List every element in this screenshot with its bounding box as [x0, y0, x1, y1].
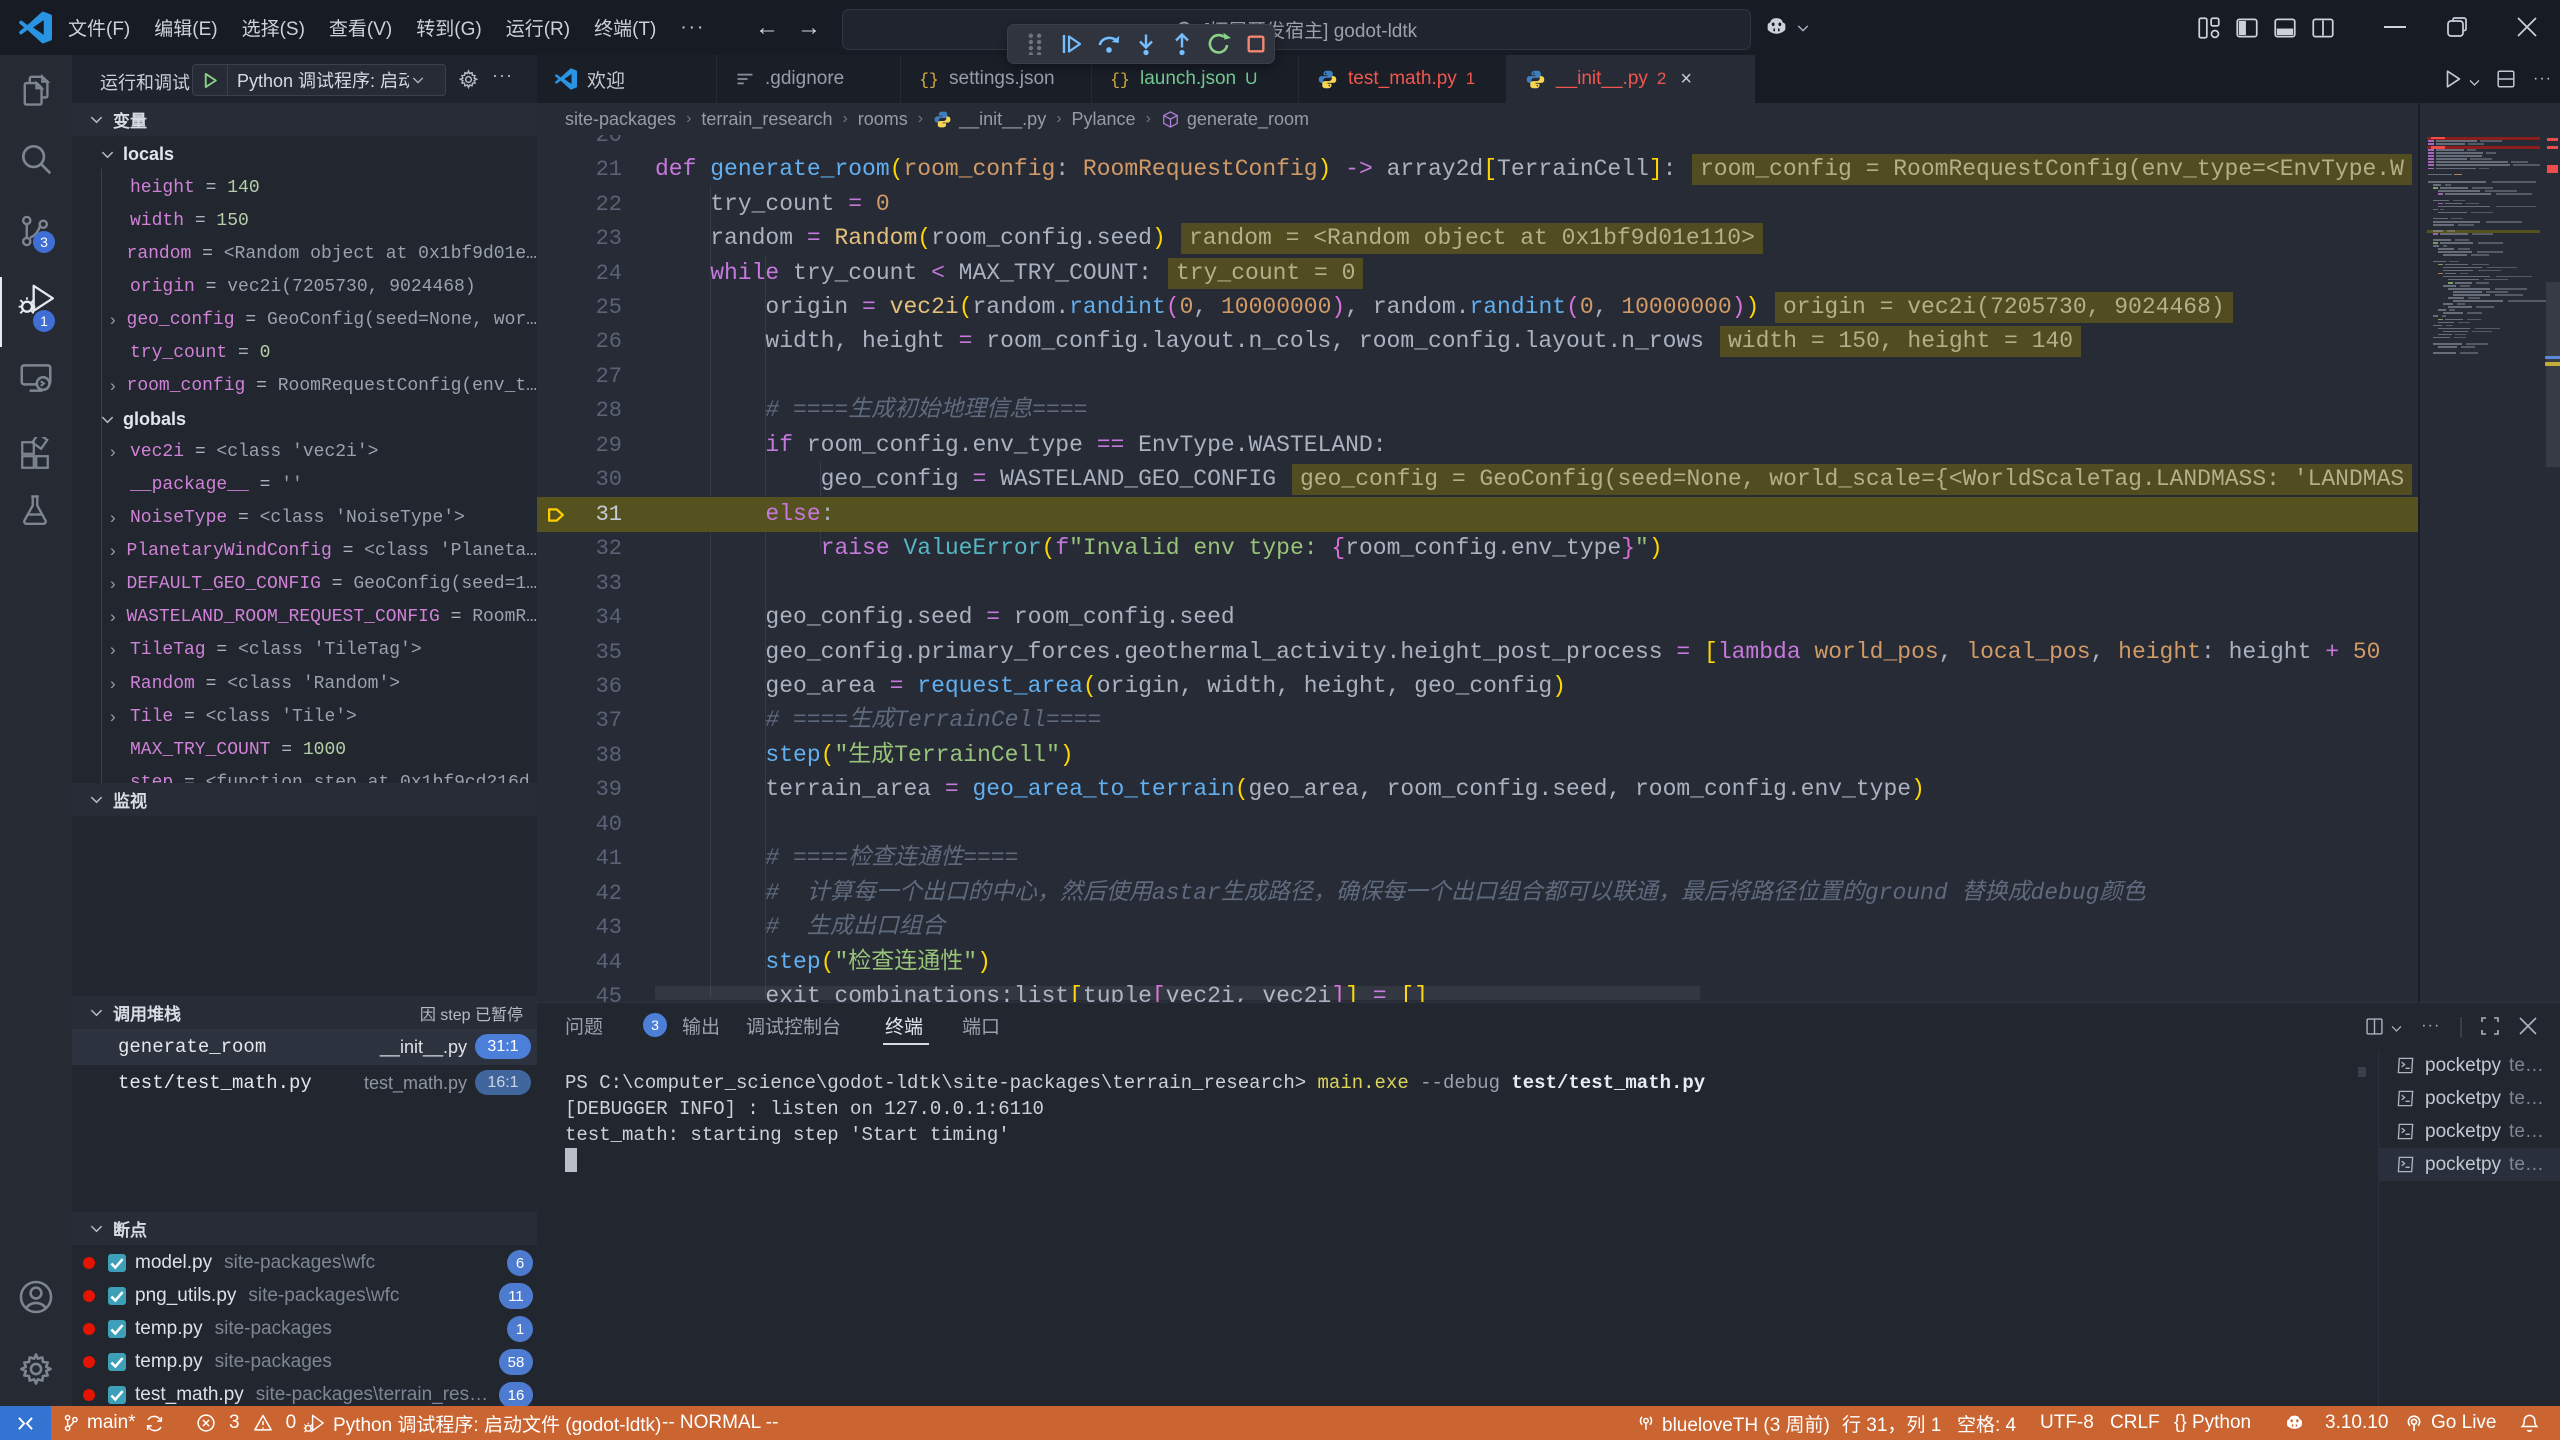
svg-text:{}: {} [919, 71, 939, 89]
svg-text:{}: {} [1110, 71, 1130, 89]
